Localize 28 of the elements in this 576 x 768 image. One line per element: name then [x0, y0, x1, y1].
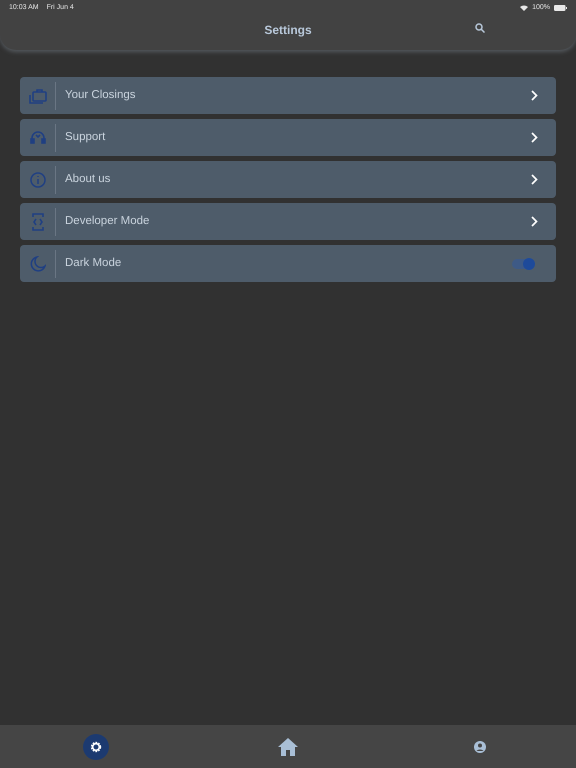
setting-label: Developer Mode	[65, 214, 150, 229]
search-button[interactable]	[475, 22, 485, 32]
setting-label: Support	[65, 130, 106, 145]
settings-row[interactable]: Developer Mode	[20, 203, 556, 240]
setting-label: Your Closings	[65, 88, 136, 103]
battery-icon	[554, 5, 567, 12]
chevron-right-icon	[531, 174, 538, 185]
chevron-right-icon	[531, 90, 538, 101]
setting-label: About us	[65, 172, 110, 187]
settings-row[interactable]: Dark Mode	[20, 245, 556, 282]
info-icon	[30, 172, 46, 188]
setting-label: Dark Mode	[65, 256, 122, 271]
search-icon	[475, 22, 485, 32]
chevron-right-icon	[531, 216, 538, 227]
account-icon	[474, 740, 486, 752]
chevron-right-icon	[531, 132, 538, 143]
briefcase-icon	[28, 88, 46, 104]
settings-row[interactable]: About us	[20, 161, 556, 198]
headset-icon	[30, 130, 46, 146]
home-icon	[278, 738, 298, 756]
code-device-icon	[32, 212, 44, 230]
moon-icon	[30, 256, 46, 272]
settings-icon	[90, 740, 102, 752]
settings-row[interactable]: Your Closings	[20, 77, 556, 114]
page-title: Settings	[264, 22, 312, 38]
toggle-switch[interactable]	[512, 258, 534, 268]
wifi-icon	[520, 5, 528, 12]
settings-row[interactable]: Support	[20, 119, 556, 156]
